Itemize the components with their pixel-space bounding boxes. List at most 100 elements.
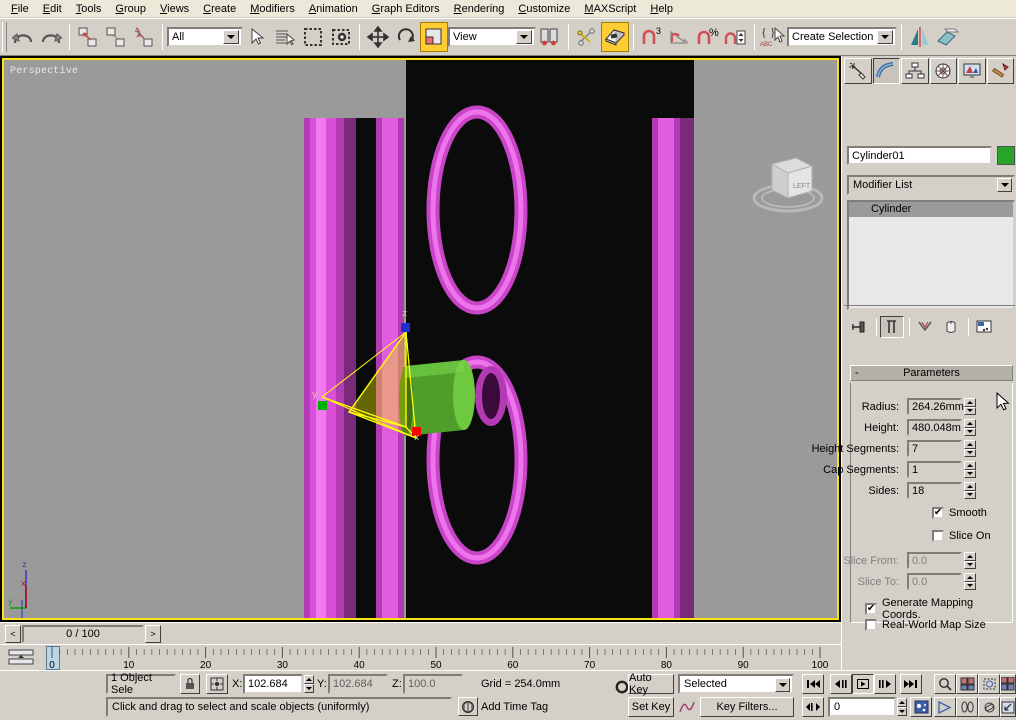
toolbar-grip[interactable] — [2, 22, 7, 52]
generate-mapping-coords-checkbox[interactable]: ✔ — [865, 603, 877, 615]
percent-snap-toggle-button[interactable]: % — [694, 22, 722, 52]
angle-snap-toggle-button[interactable] — [666, 22, 694, 52]
set-key-button[interactable]: Set Key — [628, 697, 674, 717]
undo-button[interactable] — [9, 22, 37, 52]
next-frame-button[interactable] — [874, 674, 896, 694]
rectangular-selection-region-button[interactable] — [299, 22, 327, 52]
frame-number-spinner[interactable] — [897, 698, 907, 716]
cap-segments-field[interactable]: 1 — [907, 461, 962, 478]
viewport-label[interactable]: Perspective — [10, 66, 78, 77]
select-object-button[interactable] — [243, 22, 271, 52]
rollout-header[interactable]: - Parameters — [850, 365, 1013, 381]
smooth-checkbox-row[interactable]: ✔ Smooth — [932, 507, 987, 519]
bind-to-space-warp-button[interactable] — [130, 22, 158, 52]
unlink-selection-button[interactable] — [102, 22, 130, 52]
absolute-relative-transform-toggle[interactable] — [206, 674, 228, 694]
next-frame-arrow[interactable]: > — [145, 624, 161, 643]
chevron-down-icon[interactable] — [775, 678, 790, 692]
object-name-field[interactable]: Cylinder01 — [847, 146, 992, 165]
slice-from-spinner[interactable] — [964, 552, 976, 569]
play-animation-button[interactable] — [852, 674, 874, 694]
go-to-end-button[interactable] — [900, 674, 922, 694]
radius-spinner[interactable] — [964, 398, 976, 415]
adaptive-degradation-toggle[interactable] — [458, 697, 478, 716]
mirror-button[interactable] — [906, 22, 934, 52]
create-tab[interactable] — [844, 58, 872, 84]
menu-item-maxscript[interactable]: MAXScript — [577, 1, 643, 17]
zoom-extents-all-button[interactable] — [1000, 674, 1016, 694]
menu-item-animation[interactable]: Animation — [302, 1, 365, 17]
slice-to-spinner[interactable] — [964, 573, 976, 590]
modifier-stack-item[interactable]: Cylinder — [849, 202, 1013, 217]
timeline-ruler[interactable]: 0 10 20 30 40 50 60 70 80 90 100 — [0, 644, 841, 670]
zoom-extents-button[interactable] — [978, 674, 1000, 694]
zoom-all-button[interactable] — [956, 674, 978, 694]
coord-x-spinner[interactable] — [304, 675, 314, 693]
select-and-link-button[interactable] — [74, 22, 102, 52]
coord-z-field[interactable]: 100.0 — [403, 674, 463, 694]
arc-rotate-button[interactable] — [978, 697, 1000, 717]
height-spinner[interactable] — [964, 419, 976, 436]
select-by-name-button[interactable] — [271, 22, 299, 52]
height-field[interactable]: 480.048m — [907, 419, 962, 436]
display-tab[interactable] — [958, 58, 986, 84]
selection-filter-combo[interactable]: All — [167, 27, 243, 47]
modifier-list-combo[interactable]: Modifier List — [847, 175, 1015, 195]
menu-item-tools[interactable]: Tools — [69, 1, 109, 17]
rollout-collapse-glyph[interactable]: - — [855, 368, 859, 379]
zoom-button[interactable] — [934, 674, 956, 694]
window-crossing-button[interactable] — [327, 22, 355, 52]
frame-number-field[interactable]: 0 — [828, 697, 896, 717]
height-segments-spinner[interactable] — [964, 440, 976, 457]
menu-item-customize[interactable]: Customize — [511, 1, 577, 17]
menu-item-views[interactable]: Views — [153, 1, 196, 17]
menu-item-modifiers[interactable]: Modifiers — [243, 1, 302, 17]
coord-y-field[interactable]: 102.684 — [328, 674, 388, 694]
object-color-swatch[interactable] — [997, 146, 1015, 165]
maximize-viewport-toggle-button[interactable] — [1000, 697, 1016, 717]
spinner-snap-toggle-button[interactable] — [722, 22, 750, 52]
chevron-down-icon[interactable] — [223, 30, 239, 44]
menu-item-file[interactable]: File — [4, 1, 36, 17]
key-filters-button[interactable]: Key Filters... — [700, 697, 794, 717]
menu-item-help[interactable]: Help — [643, 1, 680, 17]
snaps-toggle-button[interactable] — [601, 22, 629, 52]
utilities-tab[interactable] — [986, 58, 1014, 84]
menu-item-edit[interactable]: Edit — [36, 1, 69, 17]
menu-item-group[interactable]: Group — [108, 1, 153, 17]
align-button[interactable] — [934, 22, 962, 52]
radius-field[interactable]: 264.26mm — [907, 398, 964, 415]
slice-from-field[interactable]: 0.0 — [907, 552, 962, 569]
parameter-curve-editor-icon[interactable] — [678, 699, 696, 718]
cap-segments-spinner[interactable] — [964, 461, 976, 478]
chevron-down-icon[interactable] — [997, 178, 1012, 192]
slice-to-field[interactable]: 0.0 — [907, 573, 962, 590]
slice-on-checkbox[interactable] — [932, 530, 944, 542]
key-filter-combo[interactable]: Selected — [678, 674, 794, 694]
chevron-down-icon[interactable] — [516, 30, 532, 44]
previous-frame-button[interactable] — [830, 674, 852, 694]
smooth-checkbox[interactable]: ✔ — [932, 507, 944, 519]
menu-item-graph-editors[interactable]: Graph Editors — [365, 1, 447, 17]
chevron-down-icon[interactable] — [877, 30, 893, 44]
select-and-move-button[interactable] — [364, 22, 392, 52]
viewcube[interactable]: LEFT — [744, 146, 832, 220]
previous-frame-arrow[interactable]: < — [5, 624, 21, 643]
add-time-tag-label[interactable]: Add Time Tag — [481, 701, 548, 713]
pan-view-button[interactable] — [956, 697, 978, 717]
height-segments-field[interactable]: 7 — [907, 440, 962, 457]
modify-tab[interactable] — [872, 58, 900, 84]
real-world-map-size-checkbox[interactable] — [865, 619, 877, 631]
perspective-viewport[interactable]: Perspective z y x z y x LEFT — [2, 58, 839, 620]
real-world-map-size-row[interactable]: Real-World Map Size — [865, 619, 986, 631]
select-and-manipulate-button[interactable] — [573, 22, 601, 52]
motion-tab[interactable] — [929, 58, 957, 84]
redo-button[interactable] — [37, 22, 65, 52]
field-of-view-button[interactable] — [934, 697, 956, 717]
reference-coordinate-combo[interactable]: View — [448, 27, 536, 47]
key-mode-toggle-button[interactable] — [802, 697, 824, 717]
current-frame-display[interactable]: 0 / 100 — [22, 624, 144, 643]
menu-item-rendering[interactable]: Rendering — [447, 1, 512, 17]
select-and-rotate-button[interactable] — [392, 22, 420, 52]
use-pivot-point-center-button[interactable] — [536, 22, 564, 52]
